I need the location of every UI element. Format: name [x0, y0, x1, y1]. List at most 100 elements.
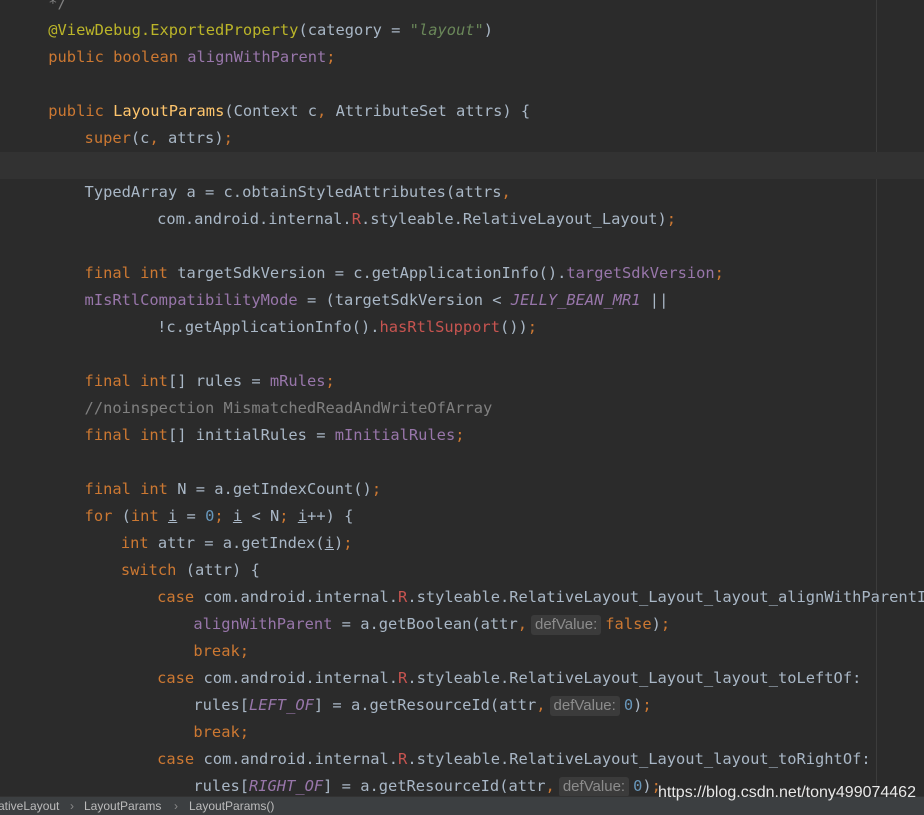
code-token: com.android.internal.: [157, 210, 352, 228]
code-line[interactable]: //noinspection MismatchedReadAndWriteOfA…: [85, 395, 493, 422]
code-token: final int: [84, 480, 178, 498]
code-token: ;: [325, 372, 335, 390]
code-line[interactable]: rules[RIGHT_OF] = a.getResourceId(attr, d…: [193, 773, 661, 796]
code-token: ;: [326, 48, 336, 66]
right-margin-guide: [876, 0, 877, 796]
code-token: (category =: [298, 21, 410, 39]
code-token: ,: [545, 777, 555, 795]
code-token: = a.getBoolean(attr: [332, 615, 518, 633]
code-line[interactable]: break;: [193, 638, 249, 665]
code-token: 0: [633, 777, 643, 795]
code-line[interactable]: alignWithParent = a.getBoolean(attr, defV…: [193, 611, 670, 638]
code-line[interactable]: @ViewDebug.ExportedProperty(category = "…: [48, 17, 493, 44]
code-line[interactable]: com.android.internal.R.styleable.Relativ…: [157, 206, 676, 233]
code-token: switch: [120, 561, 186, 579]
code-token: ): [651, 615, 661, 633]
code-token: ;: [666, 210, 677, 228]
code-token: ;: [527, 318, 538, 336]
breadcrumb-item-inner-class[interactable]: LayoutParams: [84, 797, 161, 815]
code-token: =: [177, 507, 206, 525]
code-token: hasRtlSupport: [379, 318, 500, 336]
code-token: LayoutParams: [113, 102, 225, 120]
code-line[interactable]: */: [48, 0, 67, 17]
code-token: break;: [193, 642, 249, 660]
code-token: attrs): [167, 129, 224, 147]
code-token: [] rules =: [167, 372, 270, 390]
breadcrumb-separator-icon: ›: [70, 799, 74, 813]
code-line[interactable]: rules[LEFT_OF] = a.getResourceId(attr, de…: [193, 692, 652, 719]
code-token: ,: [501, 183, 511, 201]
code-line[interactable]: final int[] initialRules = mInitialRules…: [85, 422, 465, 449]
code-token: R: [398, 669, 408, 687]
code-token: targetSdkVersion = c.getApplicationInfo(…: [177, 264, 567, 282]
code-line[interactable]: final int N = a.getIndexCount();: [85, 476, 382, 503]
code-token: ): [483, 21, 494, 39]
code-token: .styleable.RelativeLayout_Layout_layout_…: [407, 750, 871, 768]
code-token: @ViewDebug.ExportedProperty: [48, 21, 299, 39]
code-token: ] = a.getResourceId(attr: [313, 696, 537, 714]
code-token: ;: [714, 264, 724, 282]
code-editor[interactable]: */ @ViewDebug.ExportedProperty(category =…: [0, 0, 924, 796]
code-token: RIGHT_OF: [249, 777, 324, 795]
code-line[interactable]: final int[] rules = mRules;: [85, 368, 335, 395]
code-token: .styleable.RelativeLayout_Layout_layout_…: [407, 669, 862, 687]
code-token: LEFT_OF: [249, 696, 314, 714]
code-line[interactable]: public boolean alignWithParent;: [48, 44, 335, 71]
code-token: ): [642, 777, 652, 795]
code-token: R: [398, 750, 408, 768]
code-token: ): [633, 696, 643, 714]
code-token: alignWithParent: [193, 615, 333, 633]
code-token: JELLY_BEAN_MR1: [510, 291, 641, 309]
code-line[interactable]: case com.android.internal.R.styleable.Re…: [157, 746, 871, 773]
code-token: ;: [343, 534, 353, 552]
code-token: < N: [242, 507, 280, 525]
code-token: = (targetSdkVersion <: [297, 291, 511, 309]
code-line[interactable]: switch (attr) {: [121, 557, 260, 584]
code-token: int: [130, 507, 168, 525]
code-token: ;: [455, 426, 465, 444]
code-token: !c.getApplicationInfo().: [157, 318, 380, 336]
code-token: attr = a.getIndex(: [157, 534, 325, 552]
code-line[interactable]: int attr = a.getIndex(i);: [121, 530, 353, 557]
code-token: ,: [317, 102, 336, 120]
code-token: final int: [84, 426, 168, 444]
caret-line-highlight: [0, 152, 924, 179]
code-token: (: [121, 507, 131, 525]
code-token: N = a.getIndexCount(): [177, 480, 372, 498]
code-line[interactable]: super(c, attrs);: [85, 125, 233, 152]
code-token: case: [157, 750, 204, 768]
breadcrumb-item-method[interactable]: LayoutParams(): [189, 797, 274, 815]
code-token: public: [48, 102, 114, 120]
code-token: case: [157, 588, 204, 606]
breadcrumb-item-class[interactable]: ativeLayout: [0, 797, 59, 815]
code-token: ;: [660, 615, 671, 633]
code-token: mInitialRules: [334, 426, 456, 444]
code-line[interactable]: final int targetSdkVersion = c.getApplic…: [85, 260, 724, 287]
code-token: ,: [149, 129, 168, 147]
code-token: R: [398, 588, 408, 606]
code-line[interactable]: case com.android.internal.R.styleable.Re…: [157, 584, 924, 611]
code-line[interactable]: mIsRtlCompatibilityMode = (targetSdkVers…: [85, 287, 669, 314]
code-token: R: [351, 210, 361, 228]
code-token: com.android.internal.: [203, 669, 399, 687]
code-token: case: [157, 669, 204, 687]
code-token: .styleable.RelativeLayout_Layout_layout_…: [407, 588, 924, 606]
code-token: break;: [193, 723, 249, 741]
code-token: for: [84, 507, 122, 525]
code-line[interactable]: public LayoutParams(Context c, Attribute…: [48, 98, 530, 125]
code-token: ): [333, 534, 344, 552]
watermark-url: https://blog.csdn.net/tony499074462: [658, 784, 916, 801]
code-token: ;: [223, 129, 233, 147]
code-line[interactable]: case com.android.internal.R.styleable.Re…: [157, 665, 861, 692]
code-token: i: [232, 507, 243, 525]
code-token: [] initialRules =: [167, 426, 335, 444]
code-token: ] = a.getResourceId(attr: [323, 777, 546, 795]
code-token: targetSdkVersion: [566, 264, 715, 282]
code-line[interactable]: TypedArray a = c.obtainStyledAttributes(…: [85, 179, 511, 206]
code-line[interactable]: !c.getApplicationInfo().hasRtlSupport())…: [157, 314, 537, 341]
code-line[interactable]: break;: [193, 719, 249, 746]
code-token: com.android.internal.: [203, 750, 399, 768]
code-token: "layout": [409, 21, 484, 39]
code-token: 0: [623, 696, 634, 714]
code-line[interactable]: for (int i = 0; i < N; i++) {: [85, 503, 354, 530]
